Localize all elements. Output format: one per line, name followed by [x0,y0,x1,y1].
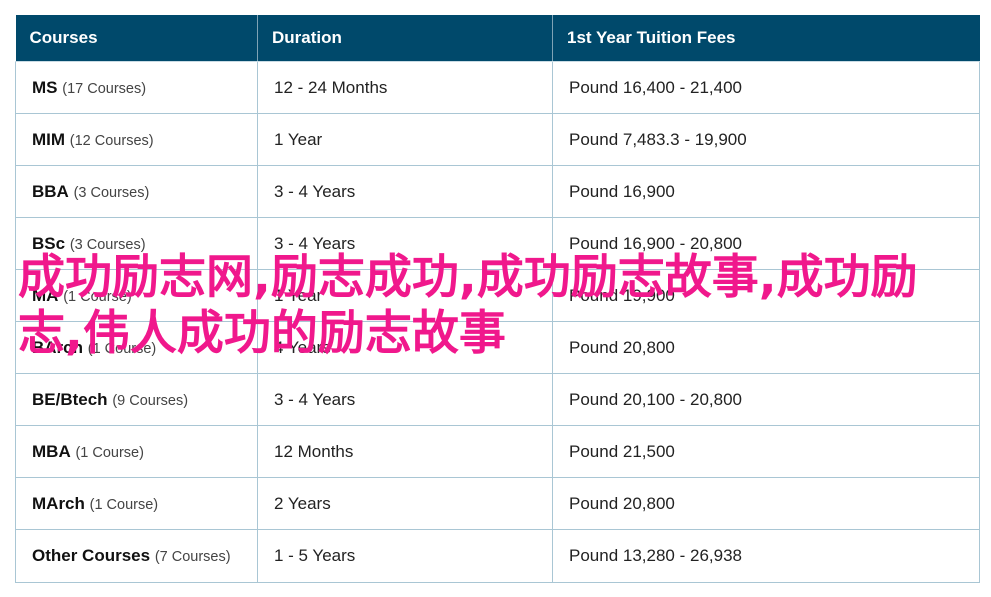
duration-cell: 12 Months [257,425,553,478]
course-cell[interactable]: BBA (3 Courses) [15,165,258,218]
table-row: Other Courses (7 Courses) 1 - 5 Years Po… [15,529,980,583]
table-row: BSc (3 Courses) 3 - 4 Years Pound 16,900… [15,217,980,270]
header-fees: 1st Year Tuition Fees [552,15,980,62]
table-header: Courses Duration 1st Year Tuition Fees [15,15,980,62]
course-count: (17 Courses) [62,80,147,97]
course-cell[interactable]: Other Courses (7 Courses) [15,529,258,583]
course-name[interactable]: BBA [32,182,69,201]
fees-cell: Pound 16,900 - 20,800 [552,217,980,270]
course-count: (9 Courses) [112,392,189,409]
course-name[interactable]: BArch [32,338,83,357]
table-row: MS (17 Courses) 12 - 24 Months Pound 16,… [15,61,980,114]
fees-cell: Pound 7,483.3 - 19,900 [552,113,980,166]
course-name[interactable]: MArch [32,494,85,513]
header-courses: Courses [15,15,258,62]
course-name[interactable]: Other Courses [32,546,150,565]
fees-cell: Pound 13,280 - 26,938 [552,529,980,583]
fees-cell: Pound 20,800 [552,477,980,530]
duration-cell: 1 - 5 Years [257,529,553,583]
duration-cell: 1 Year [257,269,553,322]
fees-cell: Pound 20,100 - 20,800 [552,373,980,426]
table-row: BArch (1 Course) 4 Years Pound 20,800 [15,321,980,374]
course-count: (12 Courses) [69,132,154,149]
course-cell[interactable]: BE/Btech (9 Courses) [15,373,258,426]
course-count: (1 Course) [63,288,132,305]
course-name[interactable]: MIM [32,130,65,149]
table-row: MIM (12 Courses) 1 Year Pound 7,483.3 - … [15,113,980,166]
course-count: (1 Course) [75,444,144,461]
table-row: MBA (1 Course) 12 Months Pound 21,500 [15,425,980,478]
duration-cell: 1 Year [257,113,553,166]
header-row: Courses Duration 1st Year Tuition Fees [15,15,980,62]
course-name[interactable]: MA [32,286,58,305]
fees-cell: Pound 16,400 - 21,400 [552,61,980,114]
course-name[interactable]: MS [32,78,58,97]
header-duration: Duration [257,15,553,62]
table-body: MS (17 Courses) 12 - 24 Months Pound 16,… [15,61,980,583]
course-count: (7 Courses) [154,549,231,565]
course-name[interactable]: MBA [32,442,71,461]
course-count: (3 Courses) [73,184,150,201]
course-name[interactable]: BE/Btech [32,390,108,409]
course-count: (1 Course) [89,496,159,513]
table-row: MArch (1 Course) 2 Years Pound 20,800 [15,477,980,530]
fees-cell: Pound 20,800 [552,321,980,374]
course-cell[interactable]: MS (17 Courses) [15,61,258,114]
course-cell[interactable]: BSc (3 Courses) [15,217,258,270]
fees-cell: Pound 19,900 [552,269,980,322]
course-fees-table-container: Courses Duration 1st Year Tuition Fees M… [15,15,980,583]
course-cell[interactable]: MArch (1 Course) [15,477,258,530]
fees-cell: Pound 21,500 [552,425,980,478]
course-cell[interactable]: MIM (12 Courses) [15,113,258,166]
fees-cell: Pound 16,900 [552,165,980,218]
duration-cell: 4 Years [257,321,553,374]
table-row: BE/Btech (9 Courses) 3 - 4 Years Pound 2… [15,373,980,426]
duration-cell: 3 - 4 Years [257,373,553,426]
course-cell[interactable]: BArch (1 Course) [15,321,258,374]
table-row: BBA (3 Courses) 3 - 4 Years Pound 16,900 [15,165,980,218]
course-fees-table: Courses Duration 1st Year Tuition Fees M… [15,15,980,583]
course-name[interactable]: BSc [32,234,65,253]
duration-cell: 12 - 24 Months [257,61,553,114]
table-row: MA (1 Course) 1 Year Pound 19,900 [15,269,980,322]
course-cell[interactable]: MA (1 Course) [15,269,258,322]
course-count: (3 Courses) [69,236,146,253]
duration-cell: 3 - 4 Years [257,217,553,270]
duration-cell: 3 - 4 Years [257,165,553,218]
course-cell[interactable]: MBA (1 Course) [15,425,258,478]
duration-cell: 2 Years [257,477,553,530]
course-count: (1 Course) [87,340,157,357]
